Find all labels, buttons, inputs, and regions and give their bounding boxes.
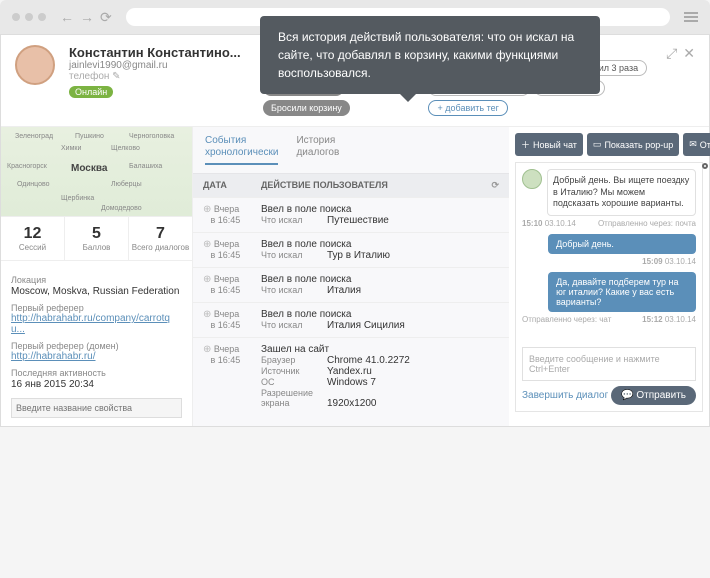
property-input[interactable] (11, 398, 182, 418)
window-close-icon[interactable] (12, 13, 20, 21)
stat-dialogs: 7 Всего диалогов (129, 217, 192, 260)
agent-avatar (522, 169, 542, 189)
location-label: Локация (11, 275, 182, 285)
new-chat-button[interactable]: ＋Новый чат (515, 133, 583, 156)
hamburger-icon[interactable] (684, 12, 698, 22)
events-list: ⊕ Вчера в 16:45Ввел в поле поискаЧто иск… (193, 197, 509, 415)
nav-fwd-icon[interactable]: → (80, 9, 94, 25)
window-min-icon[interactable] (25, 13, 33, 21)
user-message: Да, давайте подберем тур на юг италии? К… (548, 272, 696, 312)
location-map[interactable]: Зеленоград Пушкино Черноголовка Химки Ще… (1, 127, 192, 217)
window-max-icon[interactable] (38, 13, 46, 21)
show-popup-button[interactable]: ▭Показать pop-up (587, 133, 679, 156)
add-tag-button[interactable]: + добавить тег (428, 100, 507, 116)
stat-sessions: 12 Сессий (1, 217, 65, 260)
stat-points: 5 Баллов (65, 217, 129, 260)
location-value: Moscow, Moskva, Russian Federation (11, 286, 182, 297)
end-dialog-link[interactable]: Завершить диалог (522, 390, 608, 401)
event-row: ⊕ Вчера в 16:45Ввел в поле поискаЧто иск… (193, 232, 509, 267)
referrer-label: Первый реферер (11, 303, 182, 313)
referrer-domain-label: Первый реферер (домен) (11, 341, 182, 351)
send-button[interactable]: 💬 Отправить (611, 386, 696, 405)
event-tabs: События хронологически История диалогов (193, 127, 509, 174)
avatar[interactable] (15, 45, 55, 85)
stats-row: 12 Сессий 5 Баллов 7 Всего диалогов (1, 217, 192, 261)
chat-panel: Добрый день. Вы ищете поездку в Италию? … (515, 162, 703, 412)
col-action-head: ДЕЙСТВИЕ ПОЛЬЗОВАТЕЛЯ (261, 180, 491, 191)
tab-chrono[interactable]: События хронологически (205, 135, 278, 165)
callout-marker (702, 163, 708, 169)
refresh-icon[interactable]: ⟳ (491, 180, 499, 191)
event-row: ⊕ Вчера в 16:45Ввел в поле поискаЧто иск… (193, 302, 509, 337)
mail-icon: ✉ (689, 139, 697, 150)
plus-icon: ＋ (521, 138, 530, 151)
admin-message: Добрый день. Вы ищете поездку в Италию? … (547, 169, 696, 216)
segment-pill[interactable]: Бросили корзину (263, 100, 350, 116)
last-activity-value: 16 янв 2015 20:34 (11, 379, 182, 390)
status-badge: Онлайн (69, 86, 113, 98)
expand-icon[interactable]: ⤢ (666, 45, 677, 116)
nav-reload-icon[interactable]: ⟳ (100, 9, 112, 26)
referrer-link[interactable]: http://habrahabr.ru/company/carrotqu... (11, 313, 170, 335)
col-date-head: ДАТА (203, 180, 261, 191)
user-email: jainlevi1990@gmail.ru (69, 60, 249, 71)
window-icon: ▭ (593, 139, 602, 150)
last-activity-label: Последняя активность (11, 368, 182, 378)
send-email-button[interactable]: ✉Отправить письмо (683, 133, 710, 156)
event-row: ⊕ Вчера в 16:45Ввел в поле поискаЧто иск… (193, 267, 509, 302)
user-message: Добрый день. (548, 234, 696, 254)
chat-input[interactable]: Введите сообщение и нажмите Ctrl+Enter (522, 347, 696, 381)
tab-dialogs[interactable]: История диалогов (296, 135, 339, 165)
event-row: ⊕ Вчера в 16:45Ввел в поле поискаЧто иск… (193, 197, 509, 232)
info-tooltip: Вся история действий пользователя: что о… (260, 16, 600, 94)
nav-back-icon[interactable]: ← (60, 9, 74, 25)
close-icon[interactable]: ✕ (683, 45, 695, 116)
user-phone[interactable]: телефон ✎ (69, 71, 249, 82)
event-row: ⊕ Вчера в 16:45Зашел на сайтБраузерChrom… (193, 337, 509, 415)
user-name: Константин Константино... (69, 45, 249, 60)
referrer-domain-link[interactable]: http://habrahabr.ru/ (11, 351, 96, 362)
